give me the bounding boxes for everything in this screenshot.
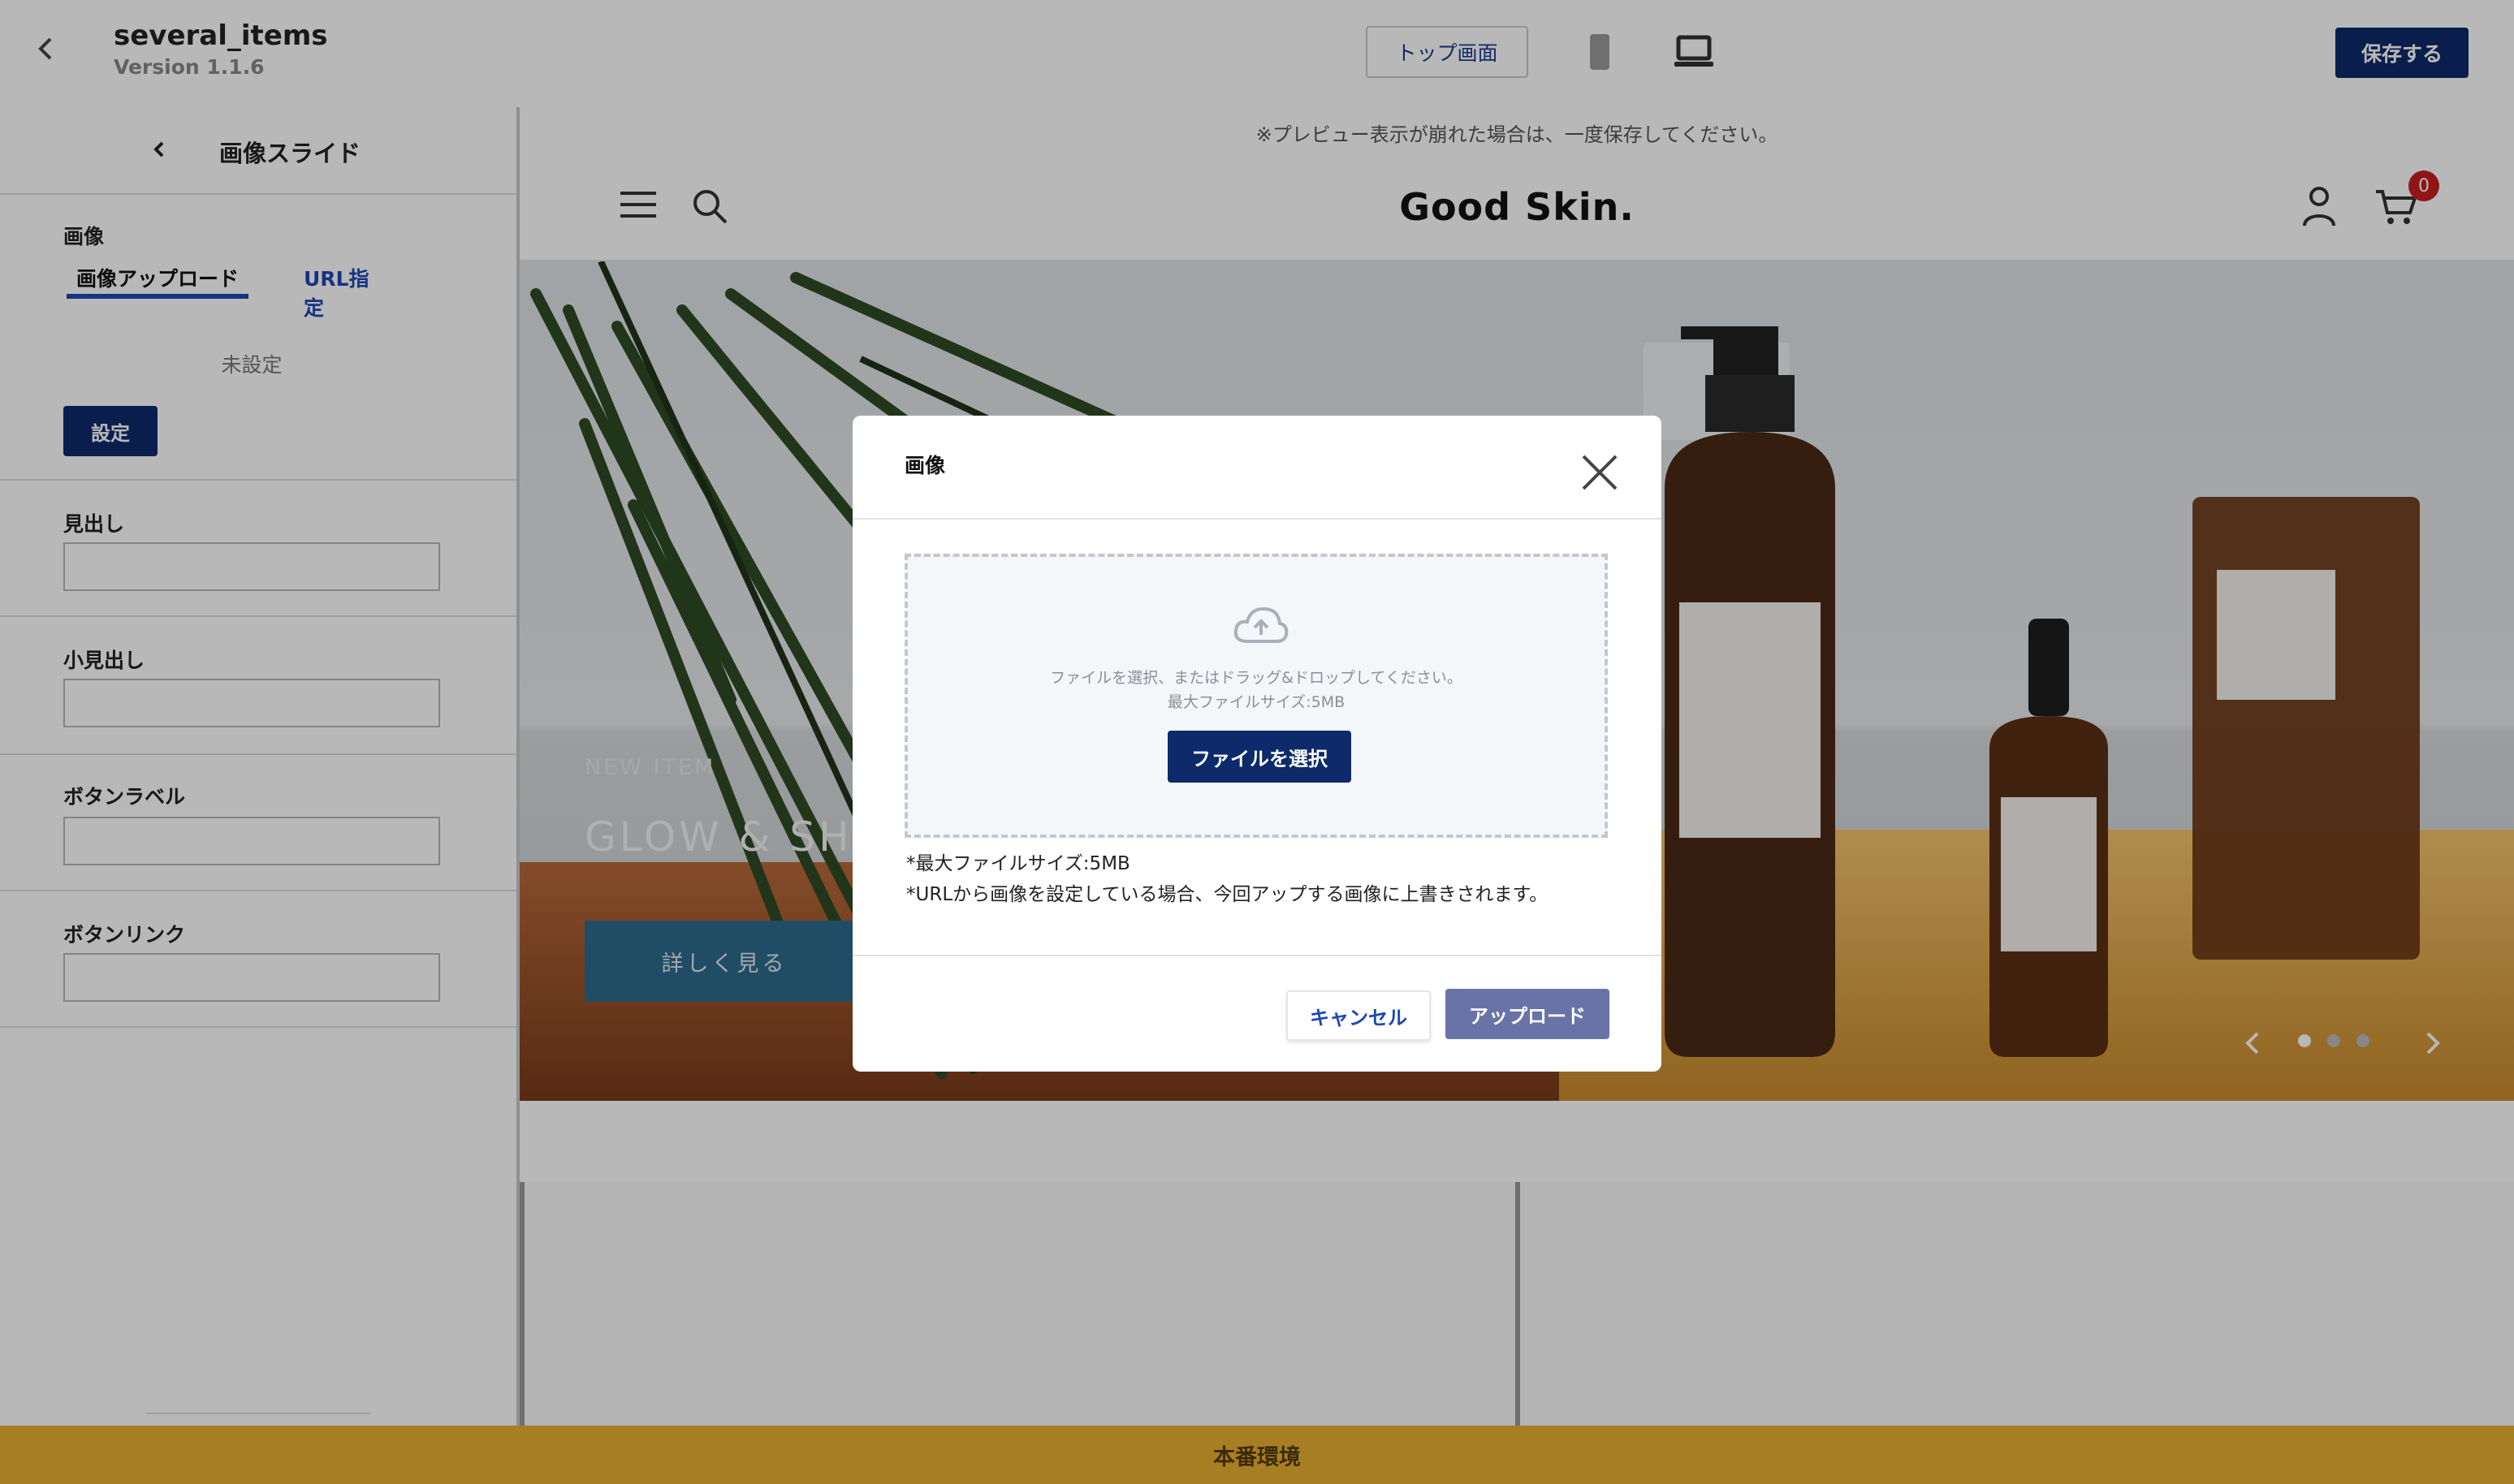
- environment-bar: 本番環境: [0, 1426, 2514, 1484]
- file-dropzone[interactable]: ファイルを選択、またはドラッグ&ドロップしてください。 最大ファイルサイズ:5M…: [905, 554, 1608, 838]
- divider: [853, 518, 1661, 520]
- max-size-note: *最大ファイルサイズ:5MB: [906, 853, 1130, 874]
- modal-title: 画像: [905, 454, 946, 477]
- dropzone-max-size: 最大ファイルサイズ:5MB: [1167, 693, 1346, 711]
- upload-button[interactable]: アップロード: [1445, 989, 1609, 1039]
- modal-close-button[interactable]: [1574, 446, 1626, 498]
- divider: [853, 955, 1661, 956]
- dropzone-instructions: ファイルを選択、またはドラッグ&ドロップしてください。: [1050, 669, 1462, 687]
- overwrite-note: *URLから画像を設定している場合、今回アップする画像に上書きされます。: [906, 884, 1549, 905]
- cancel-button[interactable]: キャンセル: [1286, 990, 1431, 1041]
- image-upload-modal: 画像 ファイルを選択、またはドラッグ&ドロップしてください。 最大ファイルサイズ…: [853, 416, 1661, 1072]
- select-file-button[interactable]: ファイルを選択: [1168, 731, 1351, 783]
- close-icon: [1582, 455, 1618, 490]
- upload-cloud-icon: [1233, 606, 1289, 648]
